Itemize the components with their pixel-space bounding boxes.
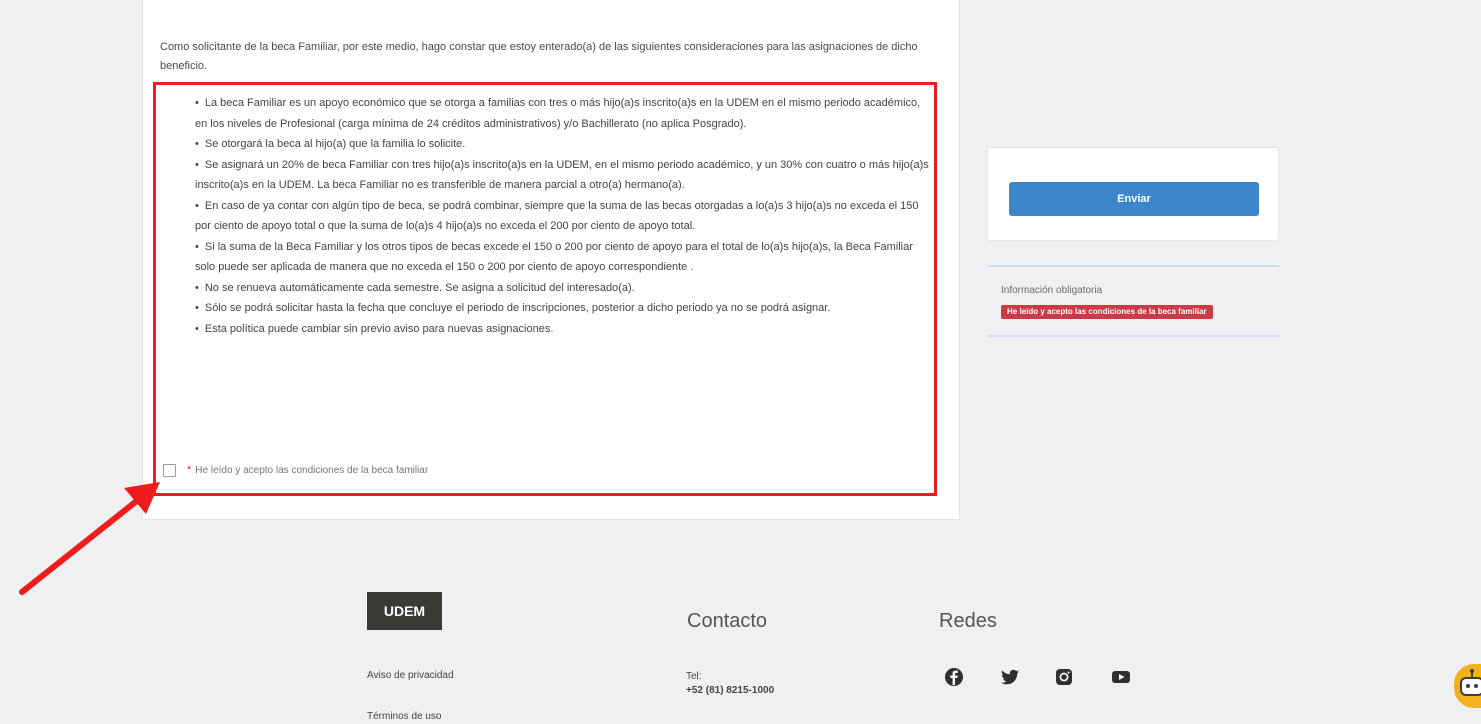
twitter-icon[interactable]: [1000, 667, 1020, 687]
udem-logo[interactable]: UDEM: [367, 592, 442, 630]
youtube-icon[interactable]: [1111, 667, 1131, 687]
chatbot-icon[interactable]: [1454, 664, 1481, 708]
social-heading: Redes: [939, 610, 997, 632]
terms-list: • La beca Familiar es un apoyo económico …: [195, 93, 935, 339]
term-item: • En caso de ya contar con algún tipo de …: [195, 199, 919, 233]
required-error-badge: He leído y acepto las condiciones de la …: [1001, 305, 1213, 319]
tel-label: Tel:: [686, 671, 702, 682]
required-mark: *: [187, 464, 192, 476]
instagram-icon[interactable]: [1054, 667, 1074, 687]
accept-terms-label[interactable]: He leído y acepto las condiciones de la …: [195, 465, 428, 476]
phone-number[interactable]: +52 (81) 8215-1000: [686, 684, 774, 698]
term-item: • La beca Familiar es un apoyo económico …: [195, 97, 921, 130]
term-item: • Se asignará un 20% de beca Familiar con…: [195, 158, 929, 192]
term-item: • Si la suma de la Beca Familiar y los ot…: [195, 240, 913, 274]
required-info-title: Información obligatoria: [1001, 285, 1103, 296]
term-item: • Esta política puede cambiar sin previo …: [195, 322, 554, 335]
privacy-link[interactable]: Aviso de privacidad: [367, 670, 454, 681]
submit-card: Enviar: [987, 147, 1279, 241]
accept-terms-row[interactable]: * He leído y acepto las condiciones de l…: [163, 462, 428, 478]
contact-heading: Contacto: [687, 610, 768, 632]
term-item: • No se renueva automáticamente cada seme…: [195, 281, 635, 294]
term-item: • Se otorgará la beca al hijo(a) que la f…: [195, 138, 466, 150]
terms-of-use-link[interactable]: Términos de uso: [367, 711, 441, 722]
send-button[interactable]: Enviar: [1009, 182, 1259, 216]
contact-info: Tel: +52 (81) 8215-1000: [686, 670, 774, 698]
intro-text: Como solicitante de la beca Familiar, po…: [160, 41, 918, 72]
facebook-icon[interactable]: [944, 667, 964, 687]
required-info-panel: Información obligatoria He leído y acept…: [987, 265, 1279, 337]
term-item: • Sólo se podrá solicitar hasta la fecha …: [195, 302, 831, 314]
annotation-arrow-icon: [19, 482, 160, 595]
